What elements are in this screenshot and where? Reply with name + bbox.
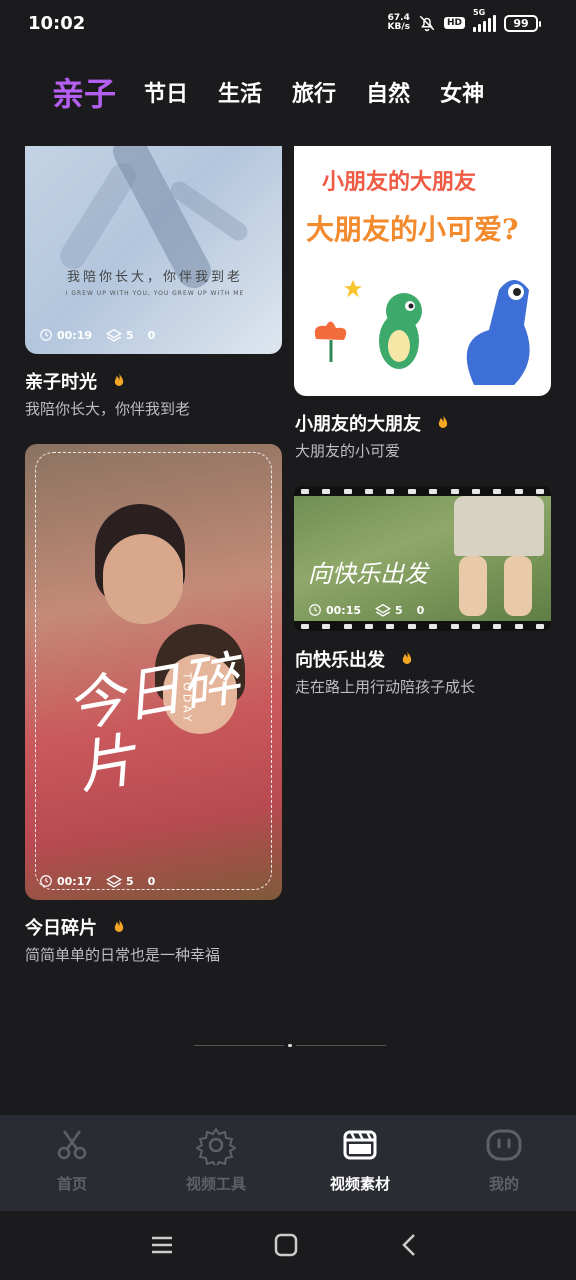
status-icons: 67.4 KB/s HD 5G 99 bbox=[387, 8, 541, 32]
nav-label: 我的 bbox=[488, 1175, 519, 1193]
thumbnail-caption: 向快乐出发 bbox=[308, 560, 428, 588]
home-icon[interactable] bbox=[272, 1231, 300, 1259]
network-speed: 67.4 KB/s bbox=[387, 13, 410, 32]
nav-label: 视频工具 bbox=[185, 1175, 246, 1193]
card-title[interactable]: 今日碎片 bbox=[25, 914, 129, 940]
card-title[interactable]: 小朋友的大朋友 bbox=[295, 410, 453, 436]
tab-parent-child[interactable]: 亲子 bbox=[52, 69, 116, 115]
nav-mine[interactable]: 我的 bbox=[432, 1115, 576, 1211]
scroll-indicator bbox=[194, 1044, 386, 1048]
category-tabs: 亲子 节日 生活 旅行 自然 女神 bbox=[52, 70, 484, 114]
nav-label: 首页 bbox=[56, 1175, 87, 1193]
card-meta: 00:17 5 0 bbox=[39, 874, 155, 888]
nav-home[interactable]: 首页 bbox=[0, 1115, 144, 1211]
battery-icon: 99 bbox=[504, 14, 541, 32]
card-subtitle: 大朋友的小可爱 bbox=[295, 442, 401, 460]
template-card-thumbnail[interactable]: 向快乐出发 00:15 5 0 bbox=[294, 486, 551, 631]
card-subtitle: 走在路上用行动陪孩子成长 bbox=[295, 678, 476, 696]
card-title[interactable]: 亲子时光 bbox=[25, 368, 129, 394]
flower-icon bbox=[314, 321, 347, 362]
card-title[interactable]: 向快乐出发 bbox=[295, 646, 417, 672]
fire-icon bbox=[114, 918, 124, 932]
star-icon bbox=[343, 279, 363, 298]
dinosaur-icon bbox=[379, 293, 422, 369]
clock-icon bbox=[309, 604, 321, 616]
fire-icon bbox=[114, 372, 124, 386]
fire-icon bbox=[438, 414, 448, 428]
tab-travel[interactable]: 旅行 bbox=[292, 76, 336, 108]
layers-icon bbox=[375, 603, 391, 617]
layers-icon bbox=[106, 874, 122, 888]
status-time: 10:02 bbox=[28, 13, 86, 34]
nav-video-materials[interactable]: 视频素材 bbox=[288, 1115, 432, 1211]
layers-icon bbox=[106, 328, 122, 342]
menu-icon[interactable] bbox=[148, 1231, 176, 1259]
bell-muted-icon bbox=[419, 15, 435, 32]
nav-video-tools[interactable]: 视频工具 bbox=[144, 1115, 288, 1211]
tab-life[interactable]: 生活 bbox=[218, 76, 262, 108]
thumbnail-caption: 小朋友的大朋友 bbox=[322, 169, 477, 195]
clock-icon bbox=[40, 875, 52, 887]
dinosaur-icon bbox=[466, 280, 530, 385]
template-card-thumbnail[interactable]: 小朋友的大朋友 大朋友的小可爱? bbox=[294, 146, 551, 396]
thumbnail-caption: 我陪你长大，你伴我到老 I GREW UP WITH YOU, YOU GREW… bbox=[65, 270, 245, 297]
thumbnail-caption: TODAY bbox=[180, 672, 194, 725]
card-meta: 00:15 5 0 bbox=[308, 603, 424, 617]
back-icon[interactable] bbox=[396, 1231, 424, 1259]
film-clapper-icon bbox=[343, 1130, 377, 1160]
hd-badge: HD bbox=[443, 17, 465, 29]
tab-goddess[interactable]: 女神 bbox=[440, 76, 484, 108]
status-bar: 10:02 67.4 KB/s HD 5G 99 bbox=[0, 0, 576, 52]
template-card-thumbnail[interactable]: 今日碎片 TODAY 00:17 5 0 bbox=[25, 444, 282, 900]
template-card-thumbnail[interactable]: 我陪你长大，你伴我到老 I GREW UP WITH YOU, YOU GREW… bbox=[25, 146, 282, 354]
thumbnail-caption: 大朋友的小可爱? bbox=[306, 213, 519, 246]
face-icon bbox=[486, 1129, 522, 1161]
tab-nature[interactable]: 自然 bbox=[366, 76, 410, 108]
scissors-icon bbox=[57, 1130, 87, 1160]
bottom-navigation: 首页 视频工具 视频素材 我的 bbox=[0, 1115, 576, 1211]
signal-icon: 5G bbox=[473, 8, 496, 32]
tab-festival[interactable]: 节日 bbox=[144, 76, 188, 108]
system-navigation-bar bbox=[0, 1211, 576, 1280]
gear-icon bbox=[196, 1127, 236, 1165]
card-subtitle: 简简单单的日常也是一种幸福 bbox=[25, 946, 221, 964]
card-meta: 00:19 5 0 bbox=[39, 328, 155, 342]
card-subtitle: 我陪你长大，你伴我到老 bbox=[25, 400, 191, 418]
fire-icon bbox=[402, 650, 412, 664]
clock-icon bbox=[40, 329, 52, 341]
nav-label: 视频素材 bbox=[329, 1175, 390, 1193]
